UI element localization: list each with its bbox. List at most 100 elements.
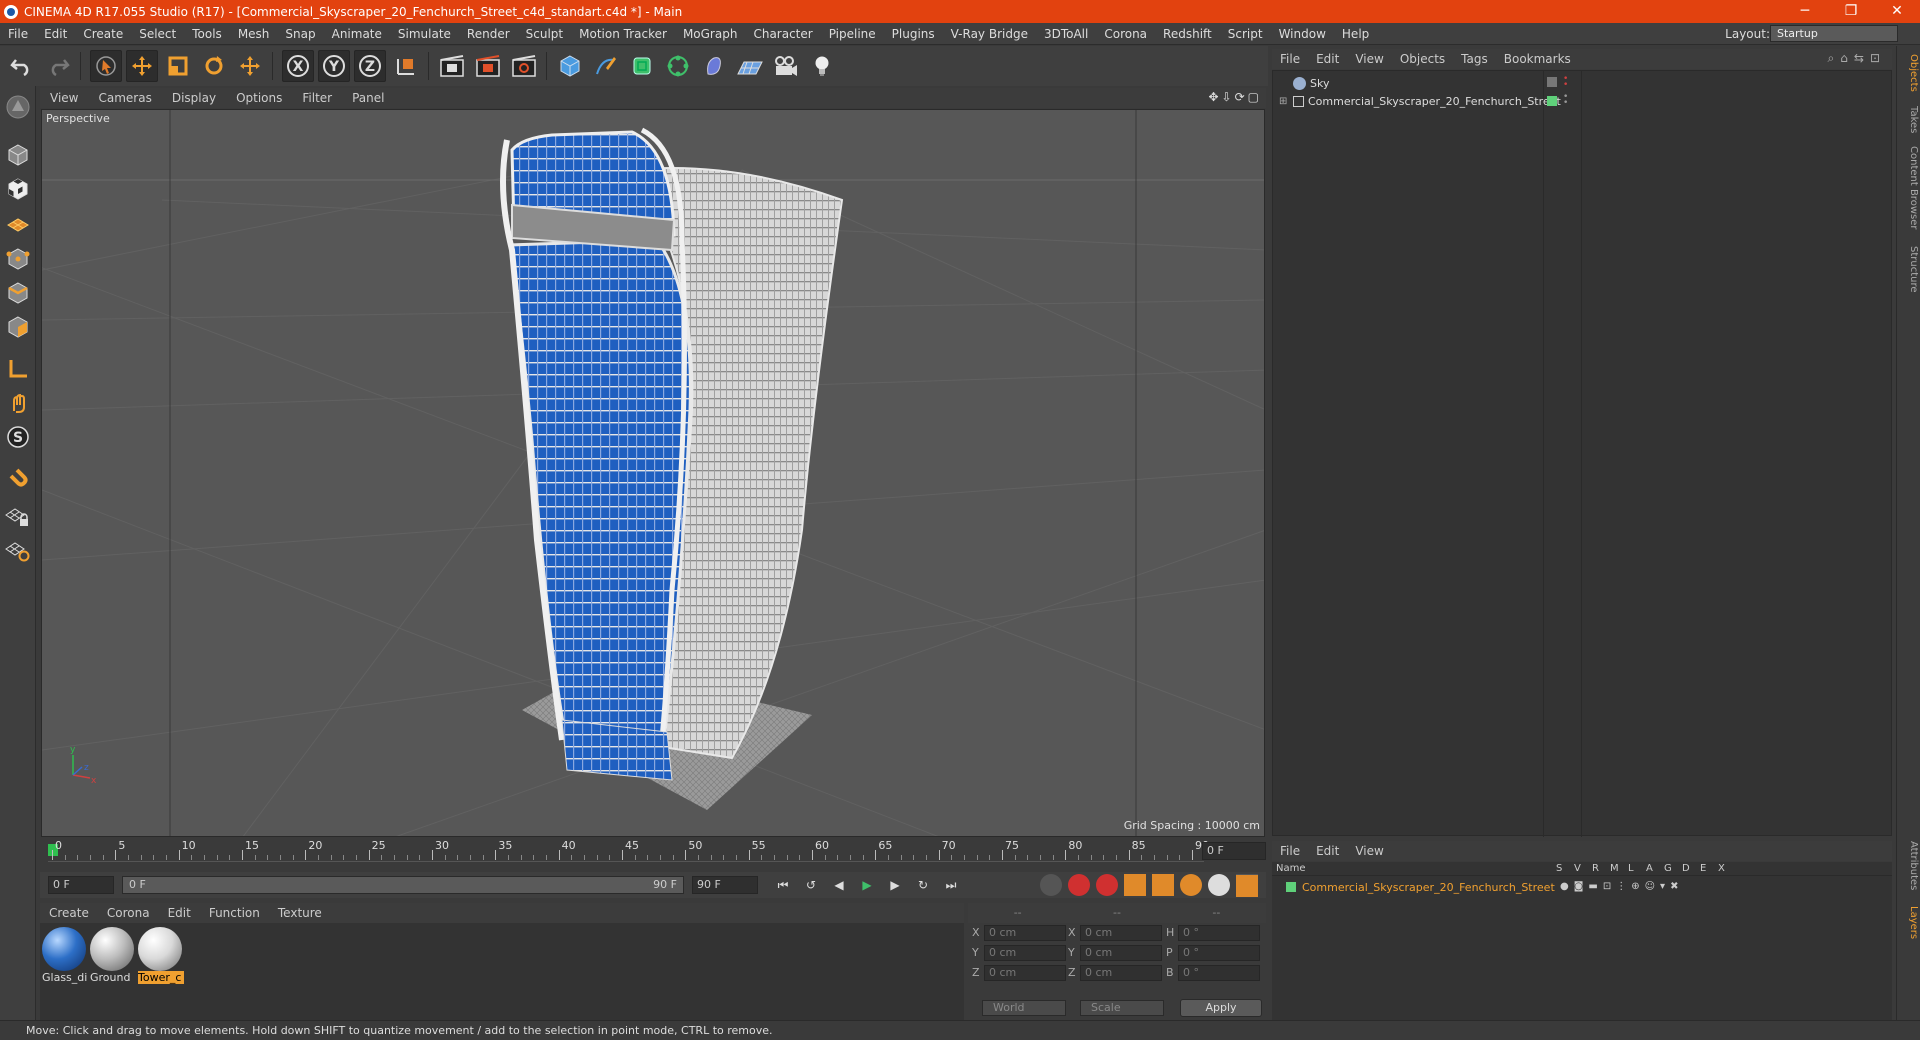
undo-icon[interactable] (6, 50, 38, 82)
menu-3dtoall[interactable]: 3DToAll (1036, 23, 1096, 45)
z-axis-lock-icon[interactable]: Z (354, 50, 386, 82)
preview-range-slider[interactable]: 0 F 90 F (122, 876, 684, 894)
menu-pipeline[interactable]: Pipeline (821, 23, 884, 45)
expand-toggle-icon[interactable]: ⊞ (1279, 96, 1289, 107)
rotate-tool-icon[interactable] (198, 50, 230, 82)
layer-menu-edit[interactable]: Edit (1308, 844, 1347, 858)
object-row-skyscraper[interactable]: ⊞ Commercial_Skyscraper_20_Fenchurch_Str… (1279, 93, 1561, 109)
material-ground[interactable]: Ground (90, 927, 136, 989)
x-axis-lock-icon[interactable]: X (282, 50, 314, 82)
menu-simulate[interactable]: Simulate (390, 23, 459, 45)
prev-key-icon[interactable]: ↺ (800, 874, 822, 896)
menu-vray-bridge[interactable]: V-Ray Bridge (943, 23, 1036, 45)
floor-environment-icon[interactable] (734, 50, 766, 82)
viewport-menu-filter[interactable]: Filter (292, 91, 342, 105)
end-frame-field[interactable]: 90 F (692, 876, 758, 894)
prev-frame-icon[interactable]: ◀ (828, 874, 850, 896)
coord-value-field[interactable]: 0 cm (984, 965, 1066, 981)
coord-value-field[interactable]: 0 cm (1080, 965, 1162, 981)
planar-workplane-icon[interactable] (3, 536, 33, 566)
material-menu-function[interactable]: Function (200, 906, 269, 920)
layer-column-header[interactable]: D (1682, 862, 1690, 876)
menu-help[interactable]: Help (1334, 23, 1377, 45)
snap-magnet-icon[interactable] (3, 462, 33, 492)
layer-column-header[interactable]: M (1610, 862, 1619, 876)
tab-takes[interactable]: Takes (1899, 106, 1919, 133)
viewport-menu-cameras[interactable]: Cameras (88, 91, 161, 105)
coord-value-field[interactable]: 0 cm (1080, 945, 1162, 961)
layer-color-tag-icon[interactable] (1547, 96, 1557, 106)
snap-solo-icon[interactable]: S (3, 422, 33, 452)
edges-mode-icon[interactable] (3, 278, 33, 308)
object-menu-view[interactable]: View (1347, 52, 1391, 66)
material-menu-edit[interactable]: Edit (159, 906, 200, 920)
timeline-track[interactable]: 051015202530354045505560657075808590 (48, 839, 1209, 862)
menu-tools[interactable]: Tools (184, 23, 230, 45)
y-axis-lock-icon[interactable]: Y (318, 50, 350, 82)
redo-icon[interactable] (42, 50, 74, 82)
array-cloner-icon[interactable] (662, 50, 694, 82)
viewport-menu-display[interactable]: Display (162, 91, 226, 105)
menu-snap[interactable]: Snap (277, 23, 323, 45)
menu-script[interactable]: Script (1220, 23, 1271, 45)
menu-mograph[interactable]: MoGraph (675, 23, 746, 45)
menu-window[interactable]: Window (1271, 23, 1334, 45)
key-position-icon[interactable] (1124, 874, 1146, 896)
autokey-icon[interactable] (1096, 874, 1118, 896)
menu-select[interactable]: Select (131, 23, 184, 45)
go-to-start-icon[interactable]: ⏮ (772, 874, 794, 896)
perspective-viewport[interactable]: y x z Perspective Grid Spacing : 10000 c… (41, 109, 1265, 837)
scale-tool-icon[interactable] (162, 50, 194, 82)
size-mode-select[interactable]: Scale (1080, 1000, 1164, 1016)
viewport-menu-view[interactable]: View (40, 91, 88, 105)
coord-value-field[interactable]: 0 ° (1178, 945, 1260, 961)
timeline-layout-icon[interactable] (1236, 875, 1258, 897)
layer-column-header[interactable]: Name (1276, 862, 1306, 876)
object-manager-nav-icons[interactable]: ⌕⌂⇆⊡ (1828, 51, 1886, 66)
menu-corona[interactable]: Corona (1096, 23, 1155, 45)
record-keys-icon[interactable] (1068, 874, 1090, 896)
deformer-icon[interactable] (698, 50, 730, 82)
layer-menu-view[interactable]: View (1347, 844, 1391, 858)
material-menu-corona[interactable]: Corona (98, 906, 159, 920)
menu-animate[interactable]: Animate (324, 23, 390, 45)
object-menu-file[interactable]: File (1272, 52, 1308, 66)
texture-mode-icon[interactable] (3, 174, 33, 204)
object-menu-objects[interactable]: Objects (1392, 52, 1453, 66)
layer-column-header[interactable]: R (1592, 862, 1599, 876)
object-menu-edit[interactable]: Edit (1308, 52, 1347, 66)
viewport-menu-panel[interactable]: Panel (342, 91, 394, 105)
motion-record-icon[interactable] (1040, 874, 1062, 896)
menu-motion-tracker[interactable]: Motion Tracker (571, 23, 675, 45)
layer-column-header[interactable]: X (1718, 862, 1725, 876)
current-frame-field[interactable]: 0 F (1202, 842, 1266, 860)
menu-create[interactable]: Create (75, 23, 131, 45)
key-scale-icon[interactable] (1152, 874, 1174, 896)
key-rotation-icon[interactable] (1180, 874, 1202, 896)
menu-edit[interactable]: Edit (36, 23, 75, 45)
layer-column-header[interactable]: E (1700, 862, 1706, 876)
enable-locked-workplane-icon[interactable] (3, 502, 33, 532)
close-button[interactable]: ✕ (1874, 0, 1920, 23)
layer-flags-icons[interactable]: ●◙▬⊡⋮⊕☺▾✖ (1560, 881, 1683, 892)
coord-value-field[interactable]: 0 ° (1178, 925, 1260, 941)
display-tag-icon[interactable] (1547, 77, 1557, 87)
polygons-mode-icon[interactable] (3, 312, 33, 342)
tab-content-browser[interactable]: Content Browser (1899, 146, 1919, 229)
menu-file[interactable]: File (0, 23, 36, 45)
tab-layers[interactable]: Layers (1899, 906, 1919, 939)
visibility-dots-icon[interactable]: • • (1563, 93, 1568, 108)
layer-row[interactable]: Commercial_Skyscraper_20_Fenchurch_Stree… (1286, 880, 1555, 894)
key-parameter-icon[interactable] (1208, 874, 1230, 896)
viewport-menu-options[interactable]: Options (226, 91, 292, 105)
coord-value-field[interactable]: 0 cm (984, 925, 1066, 941)
minimize-button[interactable]: ─ (1782, 0, 1828, 23)
visibility-dots-icon[interactable]: • • (1563, 75, 1568, 90)
menu-render[interactable]: Render (459, 23, 518, 45)
restore-button[interactable]: ❐ (1828, 0, 1874, 23)
start-frame-field[interactable]: 0 F (48, 876, 114, 894)
tab-attributes[interactable]: Attributes (1899, 841, 1919, 890)
render-view-icon[interactable] (436, 50, 468, 82)
menu-plugins[interactable]: Plugins (884, 23, 943, 45)
pen-spline-icon[interactable] (590, 50, 622, 82)
